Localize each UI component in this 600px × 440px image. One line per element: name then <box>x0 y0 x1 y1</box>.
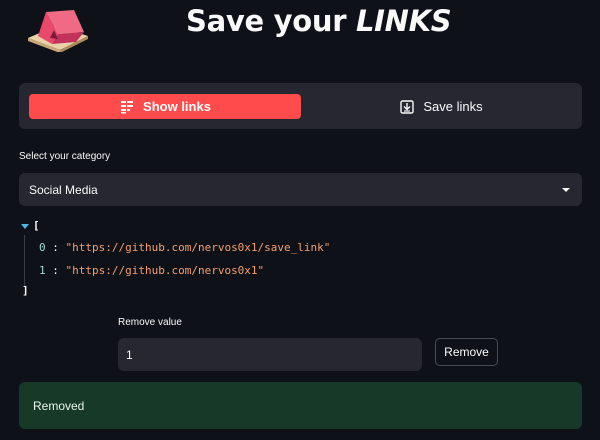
category-label: Select your category <box>19 151 111 162</box>
json-open-bracket: [ <box>33 219 40 232</box>
title-prefix: Save your <box>186 4 356 38</box>
title-emphasis: LINKS <box>356 4 452 38</box>
tab-bar: Show links Save links <box>19 83 582 129</box>
tent-logo-icon <box>24 8 92 53</box>
category-select[interactable]: Social Media <box>19 173 582 206</box>
table-icon <box>119 99 135 115</box>
json-item-value: "https://github.com/nervos0x1/save_link" <box>65 241 331 254</box>
category-selected-value: Social Media <box>29 182 98 197</box>
json-item-value: "https://github.com/nervos0x1" <box>65 264 265 277</box>
remove-value-text: 1 <box>126 347 133 362</box>
json-indent-guide <box>24 235 25 287</box>
download-icon <box>399 99 415 115</box>
json-close-bracket: ] <box>22 284 29 297</box>
json-item: 1 : "https://github.com/nervos0x1" <box>39 264 265 277</box>
remove-button[interactable]: Remove <box>435 338 498 366</box>
tab-show-links[interactable]: Show links <box>29 94 301 119</box>
collapse-toggle-icon[interactable] <box>21 224 29 229</box>
page-title: Save your LINKS <box>186 4 452 38</box>
status-message: Removed <box>33 398 85 413</box>
chevron-down-icon <box>562 187 570 192</box>
success-alert: Removed <box>19 382 582 429</box>
remove-value-label: Remove value <box>118 317 182 328</box>
json-item: 0 : "https://github.com/nervos0x1/save_l… <box>39 241 331 254</box>
json-item-index: 1 <box>39 264 46 277</box>
tab-show-links-label: Show links <box>143 99 211 114</box>
json-item-index: 0 <box>39 241 46 254</box>
tab-save-links[interactable]: Save links <box>310 94 572 119</box>
links-json-viewer: [ 0 : "https://github.com/nervos0x1/save… <box>19 219 419 299</box>
tab-save-links-label: Save links <box>423 99 483 114</box>
remove-value-input[interactable]: 1 <box>118 338 422 371</box>
